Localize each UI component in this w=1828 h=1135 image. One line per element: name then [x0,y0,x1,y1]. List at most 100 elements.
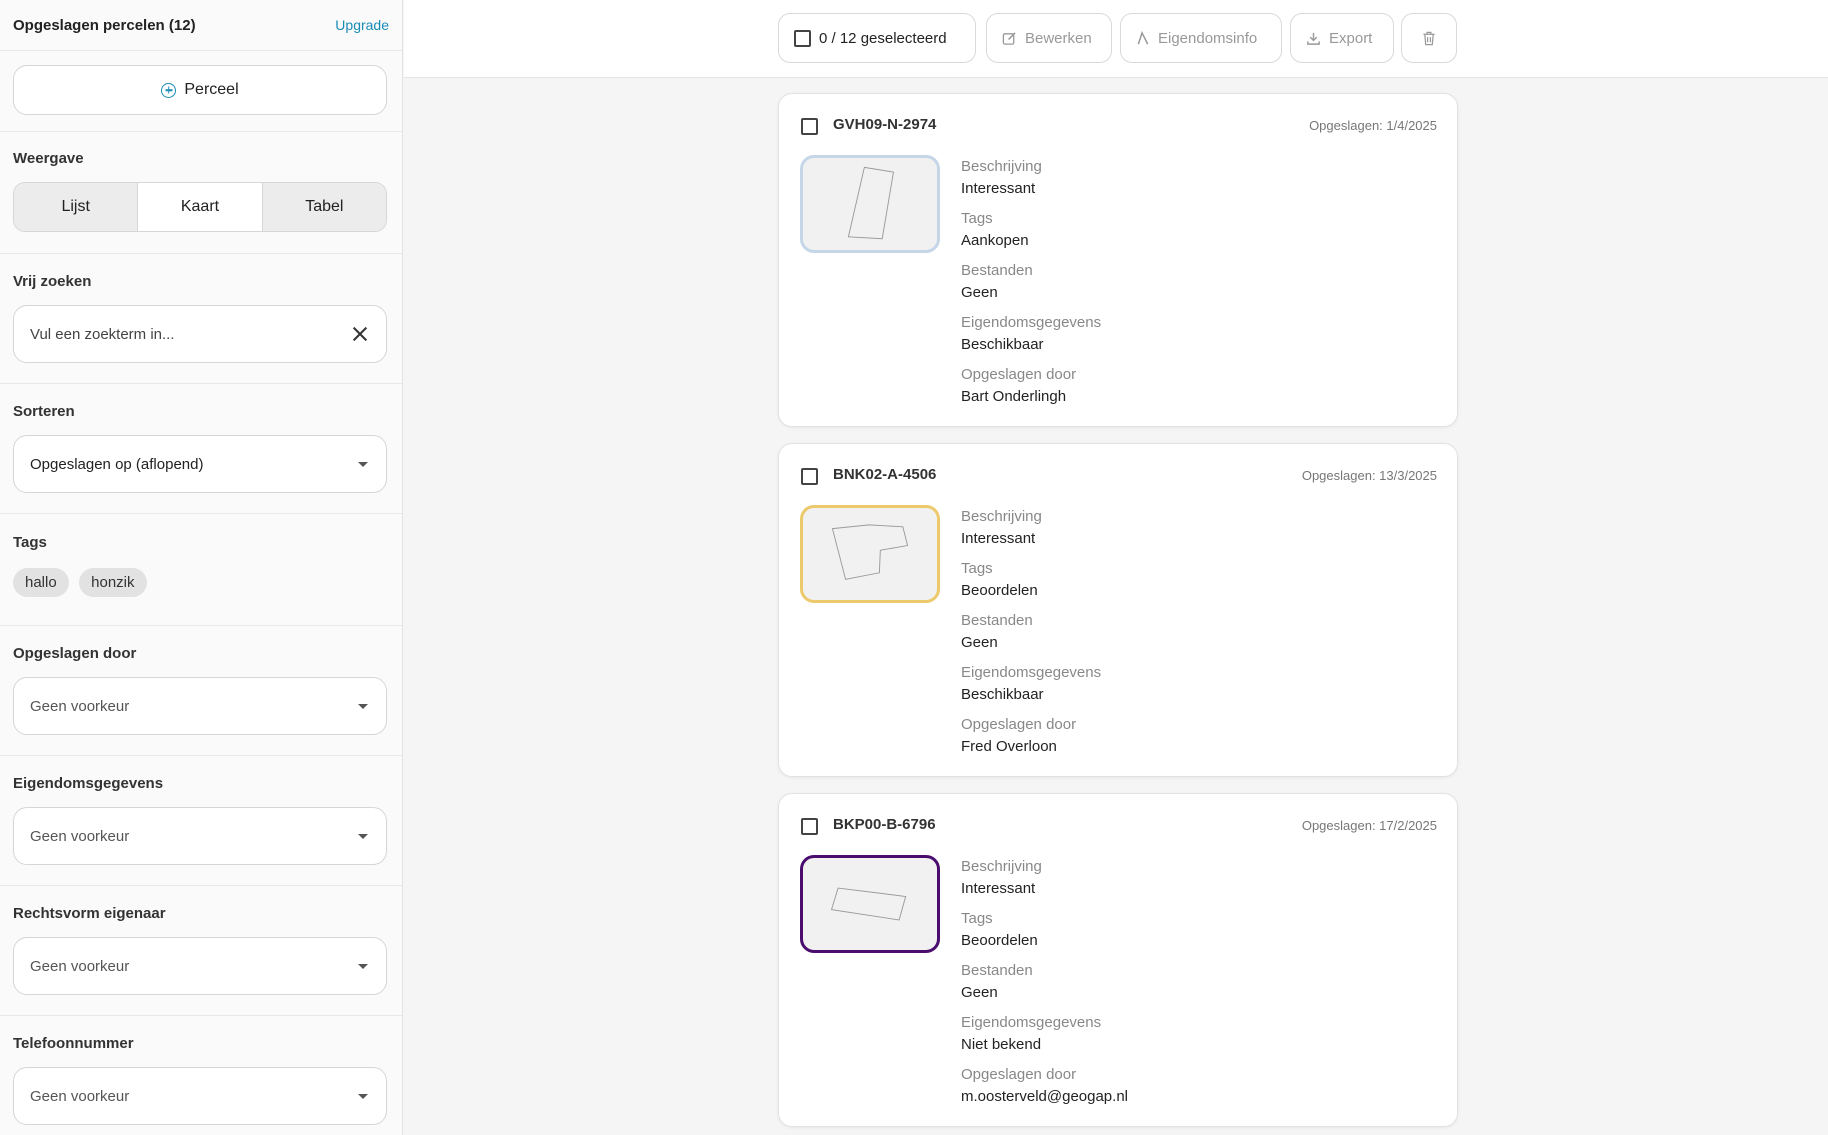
view-table-button[interactable]: Tabel [262,183,386,231]
parcel-saved-date: Opgeslagen: 17/2/2025 [1301,818,1437,833]
saved-by-value: Bart Onderlingh [961,388,1067,405]
view-section: Weergave Lijst Kaart Tabel [0,132,402,254]
tags-label: Tags [961,210,993,227]
search-input[interactable] [30,325,352,343]
chevron-down-icon [358,833,368,839]
clear-search-icon[interactable] [352,326,368,342]
ownership-label: Eigendomsgegevens [961,1014,1102,1031]
chevron-down-icon [358,703,368,709]
view-map-button[interactable]: Kaart [138,183,263,231]
plus-circle-icon [161,82,177,98]
files-label: Bestanden [961,962,1033,979]
parcel-id: BNK02-A-4506 [833,466,937,483]
sort-label: Sorteren [13,403,75,420]
delete-button[interactable] [1401,13,1457,63]
filter-ownership-select[interactable]: Geen voorkeur [13,807,387,865]
add-section: Perceel [0,51,402,132]
tags-value: Beoordelen [961,932,1038,949]
select-all-checkbox[interactable] [794,29,811,47]
sort-section: Sorteren Opgeslagen op (aflopend) [0,384,402,514]
parcel-thumbnail[interactable] [800,505,940,603]
parcel-id: GVH09-N-2974 [833,116,937,133]
filter-saved-by-value: Geen voorkeur [30,697,130,715]
edit-icon [1002,31,1016,45]
ownership-label: Eigendomsgegevens [961,314,1102,331]
filter-legal-form-value: Geen voorkeur [30,957,130,975]
filter-phone-value: Geen voorkeur [30,1087,130,1105]
edit-label: Bewerken [1025,29,1092,47]
ownership-info-button[interactable]: Eigendomsinfo [1120,13,1282,63]
parcel-saved-date: Opgeslagen: 13/3/2025 [1301,468,1437,483]
export-button[interactable]: Export [1290,13,1394,63]
ownership-info-label: Eigendomsinfo [1158,29,1258,47]
description-value: Interessant [961,880,1036,897]
upgrade-link[interactable]: Upgrade [335,17,389,33]
description-value: Interessant [961,530,1036,547]
download-icon [1307,32,1320,45]
ownership-value: Beschikbaar [961,686,1044,703]
filter-legal-form-select[interactable]: Geen voorkeur [13,937,387,995]
filter-legal-form-section: Rechtsvorm eigenaar Geen voorkeur [0,886,402,1016]
trash-icon [1423,31,1435,45]
tags-value: Beoordelen [961,582,1038,599]
parcel-shape-icon [831,524,909,580]
view-list-button[interactable]: Lijst [14,183,139,231]
toolbar: 0 / 12 geselecteerd Bewerken Eigendomsin… [404,0,1828,78]
filter-ownership-label: Eigendomsgegevens [13,775,164,792]
parcel-shape-icon [830,887,907,921]
tags-label: Tags [961,910,993,927]
sidebar-header: Opgeslagen percelen (12) Upgrade [0,0,402,51]
saved-by-label: Opgeslagen door [961,716,1077,733]
main-content: 0 / 12 geselecteerd Bewerken Eigendomsin… [404,0,1828,1135]
parcel-fields: Beschrijving Interessant Tags Beoordelen… [961,506,1101,766]
files-value: Geen [961,984,998,1001]
filter-saved-by-select[interactable]: Geen voorkeur [13,677,387,735]
tag-chip-hallo[interactable]: hallo [13,568,69,597]
parcel-id: BKP00-B-6796 [833,816,936,833]
chevron-down-icon [358,963,368,969]
saved-by-value: Fred Overloon [961,738,1057,755]
chevron-down-icon [358,1093,368,1099]
search-field [13,305,387,363]
edit-button[interactable]: Bewerken [986,13,1112,63]
saved-by-label: Opgeslagen door [961,1066,1077,1083]
view-label: Weergave [13,150,84,167]
saved-by-label: Opgeslagen door [961,366,1077,383]
parcel-fields: Beschrijving Interessant Tags Aankopen B… [961,156,1101,416]
sort-select[interactable]: Opgeslagen op (aflopend) [13,435,387,493]
tags-value: Aankopen [961,232,1029,249]
parcel-card[interactable]: GVH09-N-2974 Opgeslagen: 1/4/2025 Beschr… [778,93,1458,427]
filter-phone-select[interactable]: Geen voorkeur [13,1067,387,1125]
sort-value: Opgeslagen op (aflopend) [30,455,204,473]
parcel-checkbox[interactable] [801,468,818,485]
add-parcel-label: Perceel [184,81,239,98]
description-label: Beschrijving [961,158,1042,175]
sidebar: Opgeslagen percelen (12) Upgrade Perceel… [0,0,403,1135]
description-label: Beschrijving [961,508,1042,525]
parcel-thumbnail[interactable] [800,855,940,953]
filter-ownership-section: Eigendomsgegevens Geen voorkeur [0,756,402,886]
parcel-card[interactable]: BNK02-A-4506 Opgeslagen: 13/3/2025 Besch… [778,443,1458,777]
description-label: Beschrijving [961,858,1042,875]
saved-by-value: m.oosterveld@geogap.nl [961,1088,1128,1105]
files-value: Geen [961,284,998,301]
ownership-value: Niet bekend [961,1036,1042,1053]
parcel-card[interactable]: BKP00-B-6796 Opgeslagen: 17/2/2025 Besch… [778,793,1458,1127]
select-all-button[interactable]: 0 / 12 geselecteerd [778,13,976,63]
files-label: Bestanden [961,612,1033,629]
files-label: Bestanden [961,262,1033,279]
sidebar-title: Opgeslagen percelen (12) [13,16,196,34]
description-value: Interessant [961,180,1036,197]
parcel-fields: Beschrijving Interessant Tags Beoordelen… [961,856,1128,1116]
parcel-thumbnail[interactable] [800,155,940,253]
ownership-value: Beschikbaar [961,336,1044,353]
selection-count: 0 / 12 geselecteerd [819,29,947,47]
chevron-down-icon [358,461,368,467]
add-parcel-button[interactable]: Perceel [13,65,387,115]
parcel-checkbox[interactable] [801,118,818,135]
search-section: Vrij zoeken [0,254,402,384]
tag-chip-honzik[interactable]: honzik [79,568,147,597]
tag-list: hallo honzik [13,568,389,597]
filter-phone-section: Telefoonnummer Geen voorkeur [0,1016,402,1135]
parcel-checkbox[interactable] [801,818,818,835]
